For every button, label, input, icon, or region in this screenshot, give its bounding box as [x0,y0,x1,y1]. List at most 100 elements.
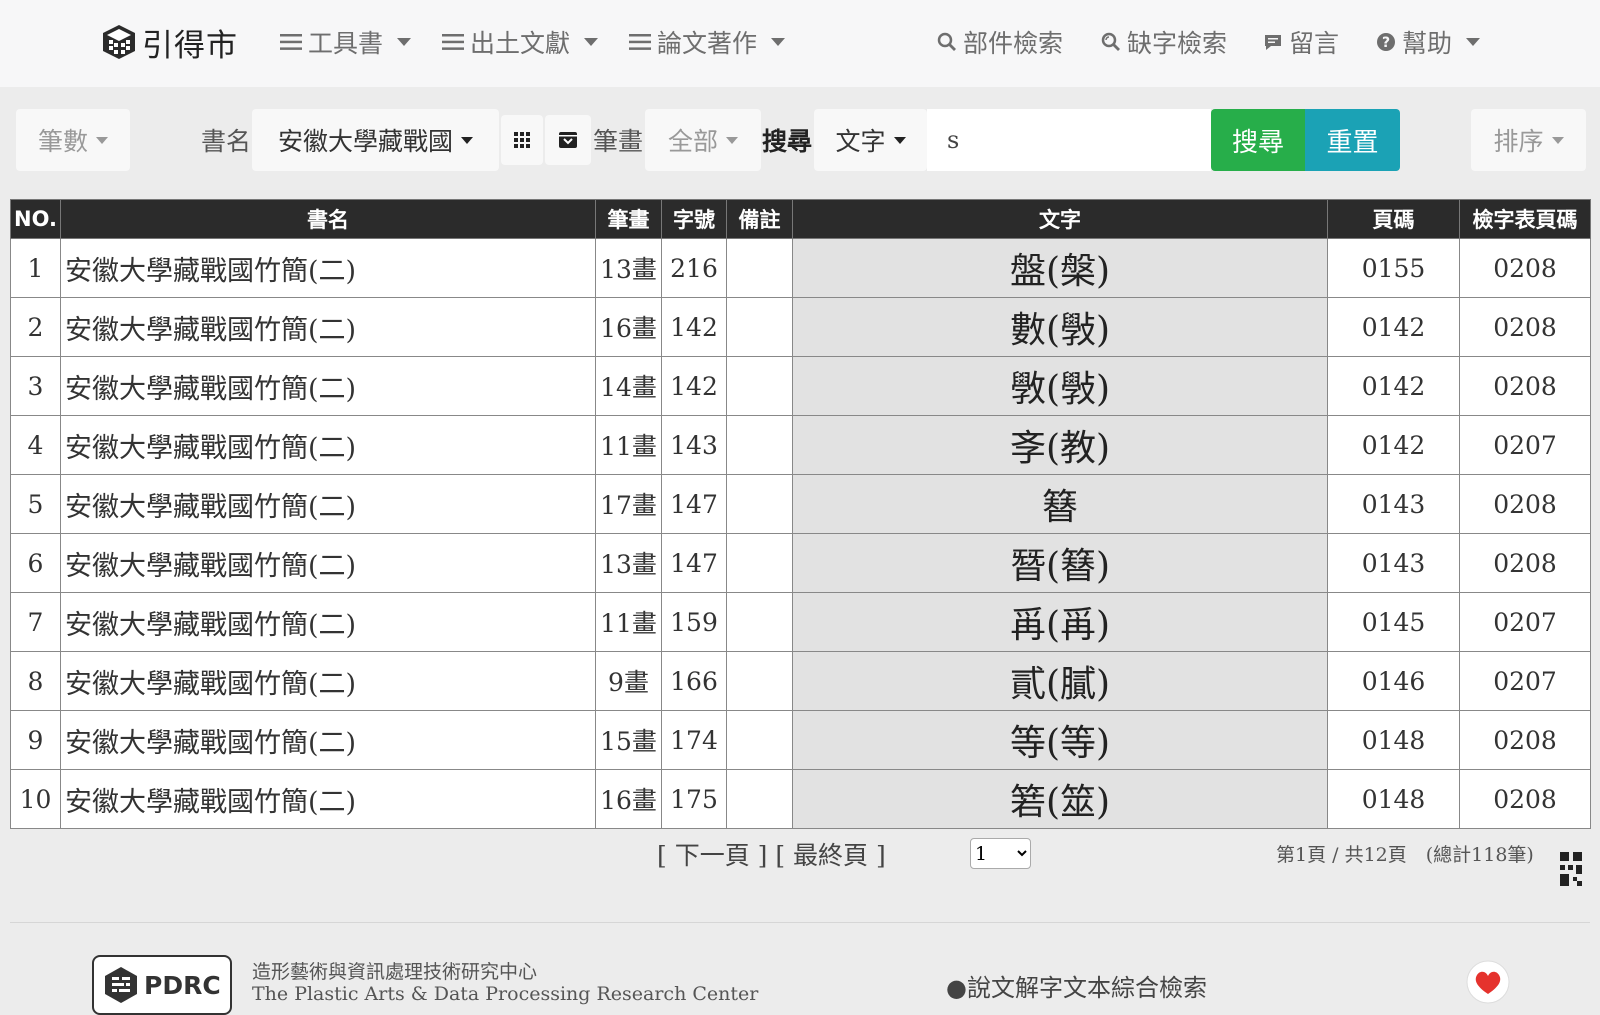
grid-icon [514,132,530,148]
nav-menu-tools[interactable]: 工具書 [280,22,412,62]
cell-page: 0143 [1327,474,1460,534]
cell-book: 安徽大學藏戰國竹簡(二) [60,592,596,652]
heart-badge-icon[interactable] [1466,960,1510,1004]
header-strokes[interactable]: 筆畫 [595,199,662,239]
cell-no: 6 [10,533,61,593]
header-no[interactable]: NO. [10,199,61,239]
nav-guestbook[interactable]: 留言 [1263,22,1339,62]
table-row[interactable]: 7 安徽大學藏戰國竹簡(二) 11畫 159 爯(爯) 0145 0207 [10,592,1591,652]
menu-icon [629,34,651,50]
book-dropdown-value: 安徽大學藏戰國 [277,127,453,156]
cell-character[interactable]: 簮 [792,474,1328,534]
cell-no: 8 [10,651,61,711]
cell-character[interactable]: 朁(簮) [792,533,1328,593]
stroke-dropdown[interactable]: 全部 [645,109,761,171]
table-row[interactable]: 9 安徽大學藏戰國竹簡(二) 15畫 174 等(等) 0148 0208 [10,710,1591,770]
cell-page: 0145 [1327,592,1460,652]
header-index-page[interactable]: 檢字表頁碼 [1459,199,1591,239]
cell-index-page: 0208 [1459,474,1591,534]
search-type-value: 文字 [835,127,886,156]
nav-link-label: 留言 [1289,29,1340,58]
cell-page: 0143 [1327,533,1460,593]
footer-divider [10,922,1590,923]
cell-index-page: 0208 [1459,533,1591,593]
cell-char-number: 147 [661,533,727,593]
header-page[interactable]: 頁碼 [1327,199,1460,239]
cell-character[interactable]: 箬(筮) [792,769,1328,829]
qrcode-icon[interactable] [1560,852,1584,886]
question-circle-icon: ? [1377,33,1395,51]
caret-down-icon [1551,136,1564,144]
pagination-links: [ 下一頁 ] [ 最終頁 ] [657,836,886,872]
table-row[interactable]: 8 安徽大學藏戰國竹簡(二) 9畫 166 貳(膩) 0146 0207 [10,651,1591,711]
table-row[interactable]: 2 安徽大學藏戰國竹簡(二) 16畫 142 數(斅) 0142 0208 [10,297,1591,357]
table-row[interactable]: 4 安徽大學藏戰國竹簡(二) 11畫 143 斈(教) 0142 0207 [10,415,1591,475]
nav-menu-papers[interactable]: 論文著作 [629,22,786,62]
cell-character[interactable]: 爯(爯) [792,592,1328,652]
page-select[interactable]: 1 [970,838,1031,869]
cell-strokes: 11畫 [595,592,662,652]
pdrc-logo[interactable]: PDRC [92,955,232,1015]
nav-menu-label: 論文著作 [657,29,758,58]
cell-char-number: 142 [661,297,727,357]
sort-dropdown[interactable]: 排序 [1471,109,1586,171]
nav-missing-char-search[interactable]: 缺字檢索 [1101,22,1227,62]
cell-page: 0155 [1327,238,1460,298]
comment-icon [1265,35,1281,50]
search-alt-icon [1101,32,1120,51]
menu-icon [280,34,302,50]
caret-down-icon [771,38,786,46]
cell-no: 10 [10,769,61,829]
nav-help-menu[interactable]: ? 幫助 [1376,22,1481,62]
cell-index-page: 0208 [1459,238,1591,298]
cell-character[interactable]: 貳(膩) [792,651,1328,711]
stroke-dropdown-value: 全部 [667,127,718,156]
cell-strokes: 11畫 [595,415,662,475]
cell-char-number: 166 [661,651,727,711]
pdrc-hex-icon [105,967,137,1003]
cell-character[interactable]: 盤(槃) [792,238,1328,298]
cell-no: 7 [10,592,61,652]
cell-note [726,651,793,711]
header-book[interactable]: 書名 [60,199,596,239]
table-row[interactable]: 3 安徽大學藏戰國竹簡(二) 14畫 142 斆(斅) 0142 0208 [10,356,1591,416]
cell-strokes: 16畫 [595,297,662,357]
cell-strokes: 16畫 [595,769,662,829]
search-button[interactable]: 搜尋 [1211,109,1305,171]
nav-menu-excavated-texts[interactable]: 出土文獻 [442,22,599,62]
cell-char-number: 174 [661,710,727,770]
table-row[interactable]: 6 安徽大學藏戰國竹簡(二) 13畫 147 朁(簮) 0143 0208 [10,533,1591,593]
table-row[interactable]: 5 安徽大學藏戰國竹簡(二) 17畫 147 簮 0143 0208 [10,474,1591,534]
count-dropdown[interactable]: 筆數 [16,109,130,171]
results-table: NO. 書名 筆畫 字號 備註 文字 頁碼 檢字表頁碼 1 安徽大學藏戰國竹簡(… [10,199,1591,829]
reset-button[interactable]: 重置 [1305,109,1400,171]
cell-strokes: 13畫 [595,533,662,593]
search-type-dropdown[interactable]: 文字 [814,109,927,171]
header-note[interactable]: 備註 [726,199,793,239]
footer-org-name-zh: 造形藝術與資訊處理技術研究中心 [252,961,538,983]
table-header-row: NO. 書名 筆畫 字號 備註 文字 頁碼 檢字表頁碼 [10,199,1591,239]
header-char-number[interactable]: 字號 [661,199,727,239]
grid-view-button[interactable] [501,115,543,165]
cell-character[interactable]: 斆(斅) [792,356,1328,416]
table-row[interactable]: 1 安徽大學藏戰國竹簡(二) 13畫 216 盤(槃) 0155 0208 [10,238,1591,298]
next-page-link[interactable]: [ 下一頁 ] [657,841,767,870]
book-dropdown[interactable]: 安徽大學藏戰國 [252,109,499,171]
archive-button[interactable] [545,115,591,165]
header-character[interactable]: 文字 [792,199,1328,239]
svg-text:?: ? [1382,35,1390,51]
cell-note [726,415,793,475]
cell-character[interactable]: 數(斅) [792,297,1328,357]
cell-strokes: 14畫 [595,356,662,416]
cell-character[interactable]: 等(等) [792,710,1328,770]
brand[interactable]: 引得市 [100,20,238,64]
cell-index-page: 0207 [1459,651,1591,711]
search-input[interactable] [927,109,1211,171]
footer-shuowen-link[interactable]: ●說文解字文本綜合檢索 [946,968,1207,1003]
cell-character[interactable]: 斈(教) [792,415,1328,475]
table-row[interactable]: 10 安徽大學藏戰國竹簡(二) 16畫 175 箬(筮) 0148 0208 [10,769,1591,829]
last-page-link[interactable]: [ 最終頁 ] [775,841,885,870]
cell-index-page: 0208 [1459,769,1591,829]
nav-component-search[interactable]: 部件檢索 [937,22,1063,62]
top-navbar: 引得市 工具書 出土文獻 論文著作 部件檢索 缺字檢索 留言 ? 幫助 [0,0,1600,87]
